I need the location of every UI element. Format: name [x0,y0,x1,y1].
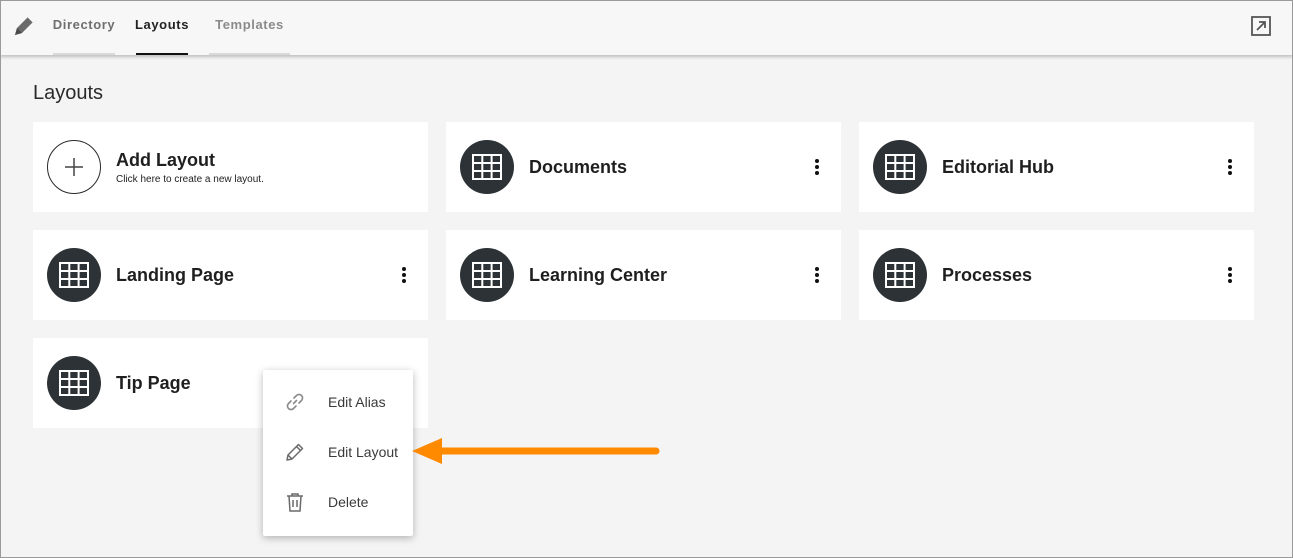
pencil-icon [286,443,304,461]
layout-card-documents[interactable]: Documents [446,122,841,212]
menu-item-label: Edit Alias [328,394,386,410]
tab-layouts-underline [136,53,188,55]
annotation-arrow [412,438,660,464]
tab-directory-underline [53,53,115,55]
layout-card-title: Documents [529,156,628,177]
menu-item-edit-layout[interactable]: Edit Layout [263,427,413,477]
page-title: Layouts [33,82,104,104]
tab-templates-label: Templates [215,17,284,32]
add-layout-subtitle: Click here to create a new layout. [116,174,264,185]
tab-templates[interactable]: Templates [209,0,290,55]
layout-card-landing-page[interactable]: Landing Page [33,230,428,320]
more-options-icon[interactable] [1218,155,1242,179]
grid-icon [460,248,514,302]
layout-card-title: Editorial Hub [942,156,1054,177]
trash-icon [287,493,303,512]
tab-templates-underline [209,53,290,55]
menu-item-label: Edit Layout [328,444,399,460]
layout-card-title: Tip Page [116,372,191,393]
add-layout-title: Add Layout [116,150,215,170]
more-options-icon[interactable] [392,263,416,287]
top-navigation-bar: Directory Layouts Templates [0,0,1293,55]
more-options-icon[interactable] [1218,263,1242,287]
layout-card-editorial-hub[interactable]: Editorial Hub [859,122,1254,212]
layout-card-title: Landing Page [116,264,235,285]
layout-card-title: Learning Center [529,264,668,285]
more-options-icon[interactable] [805,155,829,179]
open-external-icon[interactable] [1250,15,1272,37]
layout-context-menu: Edit Alias Edit Layout Delete [263,370,413,536]
tab-directory-label: Directory [52,17,116,32]
menu-item-delete[interactable]: Delete [263,477,413,527]
menu-item-label: Delete [328,494,369,510]
layout-card-processes[interactable]: Processes [859,230,1254,320]
grid-icon [460,140,514,194]
more-options-icon[interactable] [805,263,829,287]
layout-card-learning-center[interactable]: Learning Center [446,230,841,320]
menu-item-edit-alias[interactable]: Edit Alias [263,377,413,427]
pencil-icon [15,16,34,35]
tab-directory[interactable]: Directory [53,0,115,55]
layout-card-title: Processes [942,264,1033,285]
link-icon [286,393,304,411]
tab-layouts-label: Layouts [134,17,190,32]
grid-icon [873,140,927,194]
plus-icon [47,140,101,194]
grid-icon [873,248,927,302]
grid-icon [47,356,101,410]
add-layout-card[interactable]: Add Layout Click here to create a new la… [33,122,428,212]
tab-layouts[interactable]: Layouts [134,0,190,55]
grid-icon [47,248,101,302]
